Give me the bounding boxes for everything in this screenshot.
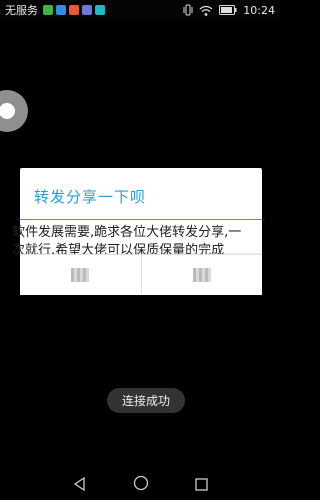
battery-icon [219,5,237,15]
photo-icon [82,5,92,15]
status-bar-left: 无服务 [0,2,105,18]
navigation-bar [0,470,281,500]
app-icon [95,5,105,15]
dialog-confirm-button[interactable]: 确定 [140,255,263,295]
vibrate-icon [183,4,193,16]
dialog-title: 转发分享一下呗 [34,188,147,206]
dialog-confirm-label: 确定 [192,268,211,282]
dialog-cancel-label: 取消 [71,268,90,282]
back-icon[interactable] [73,476,87,495]
message-icon [56,5,66,15]
home-icon[interactable] [133,475,149,495]
recent-apps-icon[interactable] [195,476,208,495]
wechat-icon [43,5,53,15]
status-bar-right: 10:24 [183,4,281,17]
status-bar: 无服务 10:24 [0,0,281,20]
clock: 10:24 [243,3,275,17]
toast-message: 连接成功 [107,388,185,413]
dialog-button-row: 取消 确定 [20,254,262,295]
mail-icon [69,5,79,15]
floating-ball-button[interactable] [0,90,28,132]
dialog-cancel-button[interactable]: 取消 [20,255,141,295]
wifi-icon [199,5,213,16]
carrier-label: 无服务 [5,4,38,17]
